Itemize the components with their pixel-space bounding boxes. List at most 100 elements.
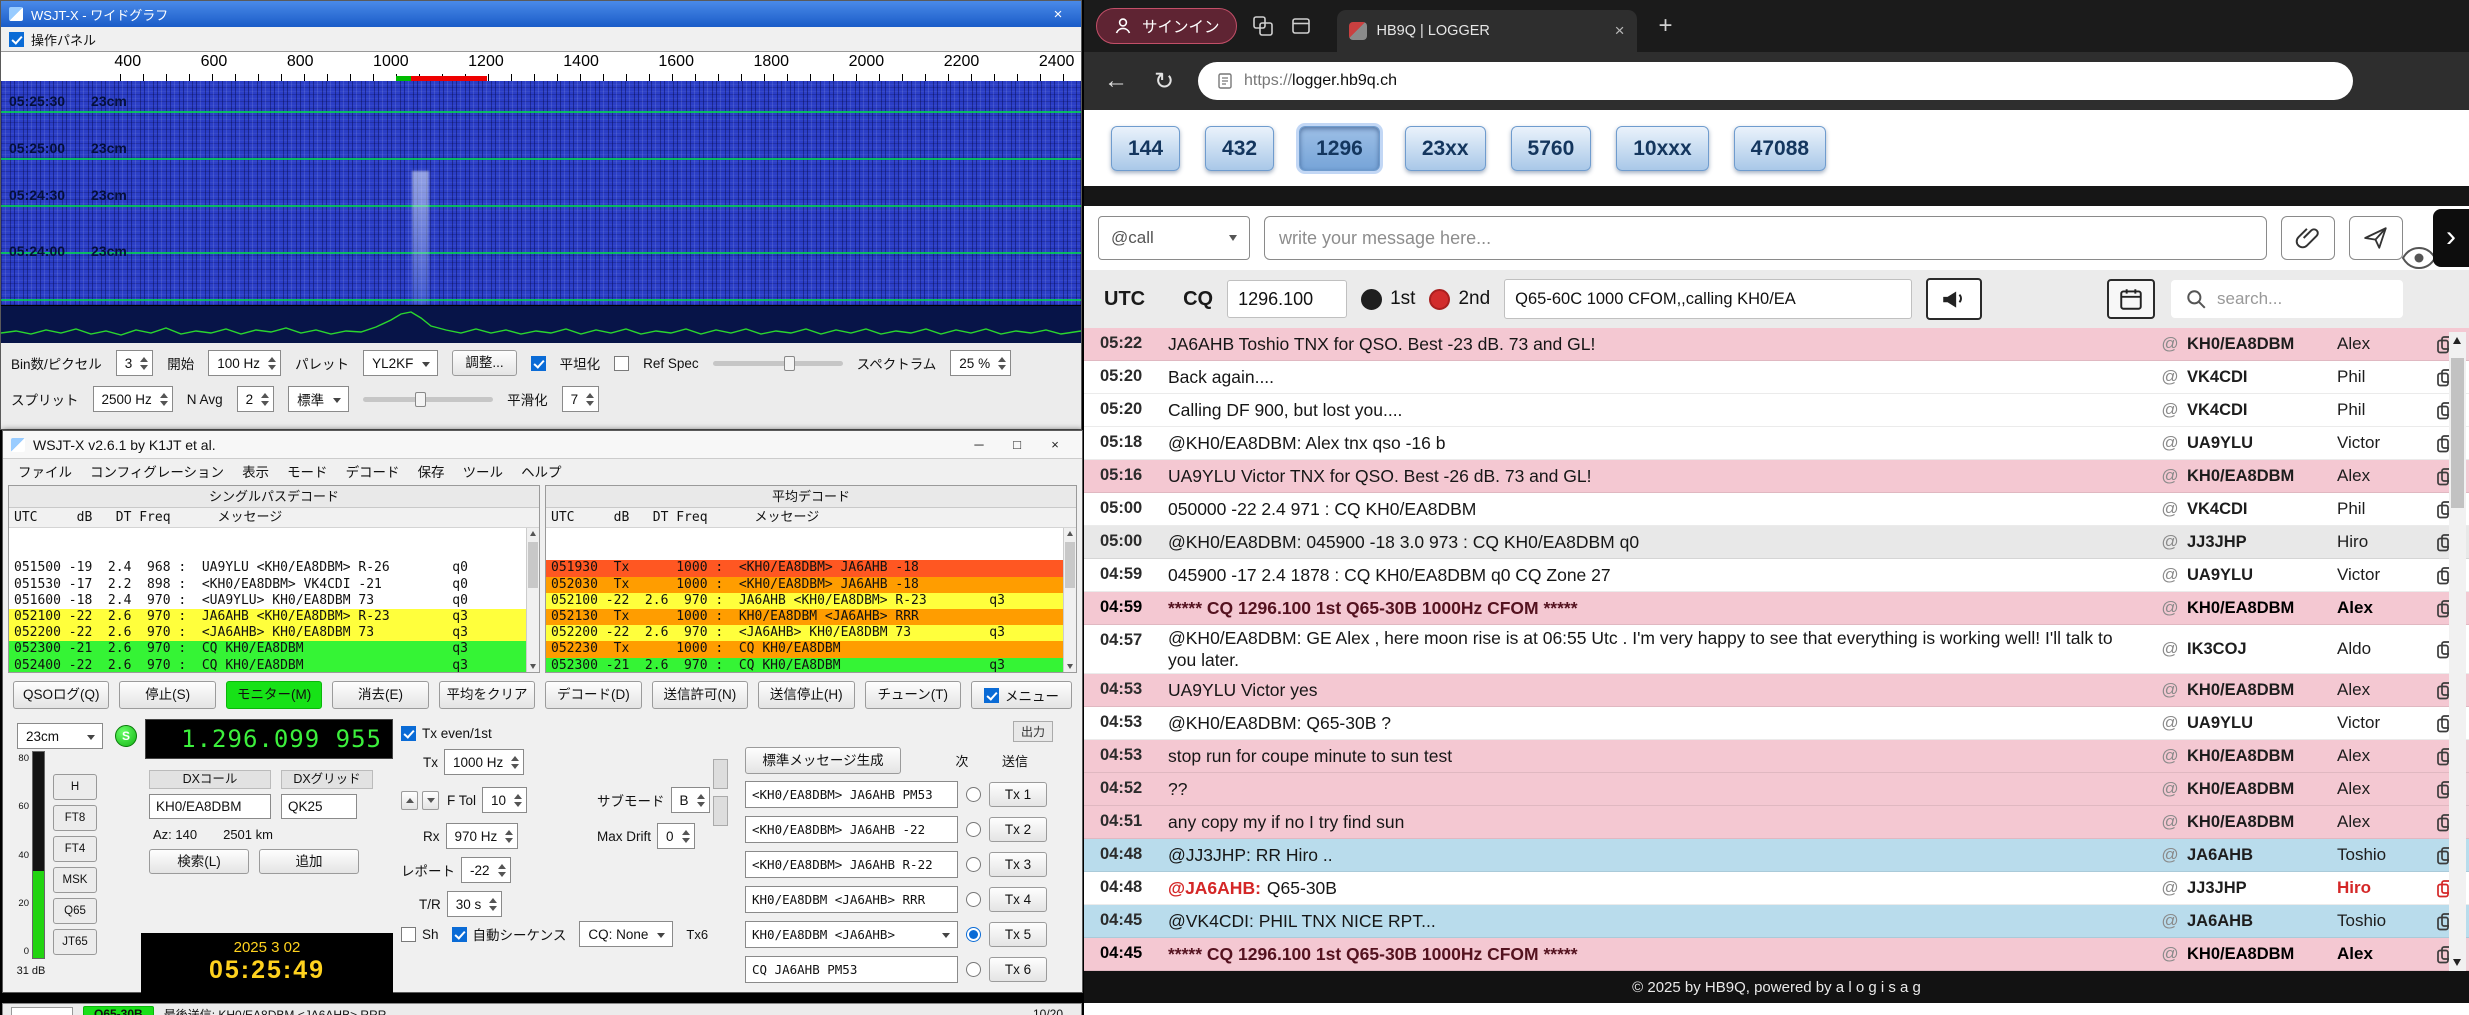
mention-button[interactable]: @ (2153, 639, 2187, 659)
chat-callsign[interactable]: KH0/EA8DBM (2187, 681, 2337, 700)
mention-button[interactable]: @ (2153, 779, 2187, 799)
ftol-spinner[interactable]: 10 (482, 787, 527, 813)
decode-row[interactable]: 051530 -17 2.2 898 : <KH0/EA8DBM> VK4CDI… (9, 577, 526, 593)
chat-callsign[interactable]: KH0/EA8DBM (2187, 813, 2337, 832)
call-select[interactable]: @call (1098, 216, 1250, 260)
chat-callsign[interactable]: UA9YLU (2187, 714, 2337, 733)
address-bar[interactable]: https://logger.hb9q.ch (1198, 62, 2353, 100)
main-button[interactable]: 停止(S) (119, 681, 215, 709)
messages-tab-2[interactable] (713, 796, 728, 826)
add-button[interactable]: 追加 (259, 849, 359, 874)
chat-callsign[interactable]: KH0/EA8DBM (2187, 467, 2337, 486)
palette-select[interactable]: YL2KF (363, 350, 438, 376)
mention-button[interactable]: @ (2153, 499, 2187, 519)
mode-button[interactable]: FT8 (53, 805, 97, 831)
decode-row[interactable]: 051930 Tx 1000 : <KH0/EA8DBM> JA6AHB -18 (546, 560, 1063, 576)
chat-callsign[interactable]: JA6AHB (2187, 846, 2337, 865)
band-button[interactable]: 10xxx (1616, 126, 1708, 171)
widegraph-close-icon[interactable]: × (1043, 6, 1073, 23)
widegraph-titlebar[interactable]: WSJT-X - ワイドグラフ × (1, 1, 1081, 27)
mode-button[interactable]: H (53, 774, 97, 800)
tx-send-button[interactable]: Tx 3 (989, 852, 1047, 877)
refresh-button[interactable]: ↻ (1150, 67, 1178, 96)
main-button[interactable]: 平均をクリア (439, 681, 535, 709)
decode-scrollbar[interactable] (1063, 528, 1076, 672)
tx-even-checkbox[interactable]: Tx even/1st (401, 726, 492, 741)
mention-button[interactable]: @ (2153, 878, 2187, 898)
menu-item[interactable]: ツール (454, 459, 513, 483)
mention-button[interactable]: @ (2153, 532, 2187, 552)
mention-button[interactable]: @ (2153, 713, 2187, 733)
maxdrift-spinner[interactable]: Max Drift 0 (597, 823, 695, 849)
tx-next-radio[interactable] (966, 892, 981, 907)
bins-spinner[interactable]: 3 (116, 350, 154, 376)
calendar-button[interactable] (2107, 279, 2155, 319)
menu-item[interactable]: ヘルプ (512, 459, 571, 483)
close-icon[interactable]: × (1036, 437, 1074, 452)
second-radio[interactable] (1429, 289, 1450, 310)
tx-to-rx-button[interactable] (401, 791, 418, 810)
tx-send-button[interactable]: Tx 5 (989, 922, 1047, 947)
tx-message-field[interactable]: <KH0/EA8DBM> JA6AHB PM53 (745, 781, 958, 808)
tx-send-button[interactable]: Tx 6 (989, 957, 1047, 982)
generate-messages-button[interactable]: 標準メッセージ生成 (745, 747, 901, 774)
decode-row[interactable]: 052130 Tx 1000 : KH0/EA8DBM <JA6AHB> RRR (546, 609, 1063, 625)
decode-row[interactable]: 052300 -21 2.6 970 : CQ KH0/EA8DBM q3 (9, 641, 526, 657)
band-button[interactable]: 1296 (1299, 126, 1380, 171)
submode-spinner[interactable]: サブモード B (597, 787, 710, 813)
chat-callsign[interactable]: JA6AHB (2187, 912, 2337, 931)
band-button[interactable]: 432 (1205, 126, 1274, 171)
navg-spinner[interactable]: 2 (237, 386, 275, 412)
new-tab-button[interactable]: + (1659, 12, 1673, 40)
spectrum-spinner[interactable]: 25 % (950, 350, 1011, 376)
chat-callsign[interactable]: VK4CDI (2187, 368, 2337, 387)
tx-send-button[interactable]: Tx 4 (989, 887, 1047, 912)
mention-button[interactable]: @ (2153, 746, 2187, 766)
tx-next-radio[interactable] (966, 962, 981, 977)
cq-select[interactable]: CQ: None (579, 921, 673, 947)
chat-callsign[interactable]: KH0/EA8DBM (2187, 780, 2337, 799)
gain-slider[interactable] (713, 361, 843, 366)
tx-message-field[interactable]: KH0/EA8DBM <JA6AHB> RRR (745, 886, 958, 913)
tx-freq-spinner[interactable]: Tx 1000 Hz (423, 749, 524, 775)
adjust-button[interactable]: 調整... (452, 350, 516, 376)
main-titlebar[interactable]: WSJT-X v2.6.1 by K1JT et al. ─ □ × (3, 431, 1082, 459)
tab-close-icon[interactable]: × (1615, 21, 1625, 41)
first-radio[interactable] (1361, 289, 1382, 310)
menu-item[interactable]: モード (278, 459, 337, 483)
main-button[interactable]: チューン(T) (865, 681, 961, 709)
output-tab[interactable]: 出力 (1013, 721, 1053, 742)
menu-toggle[interactable]: メニュー (971, 681, 1072, 709)
sh-checkbox[interactable]: Sh (401, 927, 439, 942)
menu-item[interactable]: コンフィグレーション (81, 459, 233, 483)
mention-button[interactable]: @ (2153, 466, 2187, 486)
band-button[interactable]: 23xx (1405, 126, 1486, 171)
decode-row[interactable]: 052100 -22 2.6 970 : JA6AHB <KH0/EA8DBM>… (546, 593, 1063, 609)
messages-tab-1[interactable] (713, 759, 728, 789)
band-button[interactable]: 144 (1111, 126, 1180, 171)
mention-button[interactable]: @ (2153, 944, 2187, 964)
chat-callsign[interactable]: IK3COJ (2187, 640, 2337, 659)
tx-message-field[interactable]: <KH0/EA8DBM> JA6AHB R-22 (745, 851, 958, 878)
tab-actions-icon[interactable] (1289, 14, 1313, 38)
cq-frequency-input[interactable]: 1296.100 (1227, 280, 1347, 318)
chat-callsign[interactable]: VK4CDI (2187, 401, 2337, 420)
tx-send-button[interactable]: Tx 2 (989, 817, 1047, 842)
chat-callsign[interactable]: JJ3JHP (2187, 879, 2337, 898)
tx-message-field[interactable]: <KH0/EA8DBM> JA6AHB -22 (745, 816, 958, 843)
lookup-button[interactable]: 検索(L) (149, 849, 249, 874)
mention-button[interactable]: @ (2153, 433, 2187, 453)
start-spinner[interactable]: 100 Hz (208, 350, 281, 376)
chat-callsign[interactable]: KH0/EA8DBM (2187, 945, 2337, 964)
decode-row[interactable]: 052400 -22 2.6 970 : CQ KH0/EA8DBM q3 (9, 658, 526, 672)
back-button[interactable]: ← (1102, 67, 1130, 95)
split-spinner[interactable]: 2500 Hz (93, 386, 173, 412)
chat-callsign[interactable]: UA9YLU (2187, 434, 2337, 453)
tx-message-field[interactable]: KH0/EA8DBM <JA6AHB> (745, 921, 958, 948)
mention-button[interactable]: @ (2153, 598, 2187, 618)
mention-button[interactable]: @ (2153, 400, 2187, 420)
mention-button[interactable]: @ (2153, 334, 2187, 354)
tx-next-radio[interactable] (966, 857, 981, 872)
main-button[interactable]: QSOログ(Q) (13, 681, 109, 709)
announce-button[interactable] (1926, 278, 1982, 320)
